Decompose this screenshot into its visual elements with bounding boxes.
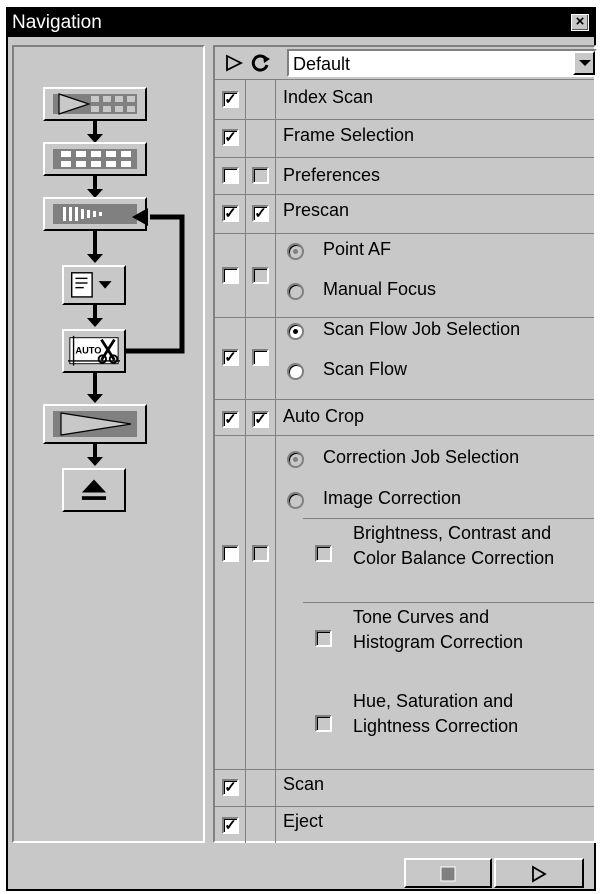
auto-crop-run-checkbox[interactable]: ✓ — [222, 411, 239, 428]
navigation-window: Navigation × AUTO Default ✓ Index Scan ✓… — [6, 7, 597, 891]
image-correction-label: Image Correction — [323, 488, 462, 508]
job-selection-icon — [71, 272, 112, 298]
start-button[interactable] — [494, 858, 584, 888]
chevron-down-icon[interactable] — [573, 51, 595, 75]
row-divider — [215, 317, 594, 318]
row-divider — [303, 518, 594, 519]
options-header: Default — [215, 47, 597, 80]
profile-select[interactable]: Default — [287, 49, 597, 77]
scan-flow-label: Scan Flow — [323, 359, 408, 379]
prescan-label: Prescan — [283, 200, 350, 220]
auto-crop-pause-checkbox[interactable]: ✓ — [252, 411, 269, 428]
brightness-contrast-checkbox — [315, 545, 332, 562]
eject-icon — [81, 479, 107, 500]
run-column-icon — [226, 54, 244, 72]
correction-job-selection-radio — [287, 451, 304, 468]
auto-crop-icon: AUTO — [68, 335, 120, 366]
stop-button[interactable] — [404, 858, 492, 888]
tone-curves-checkbox — [315, 630, 332, 647]
tone-curves-label: Tone Curves and Histogram Correction — [353, 607, 524, 652]
index-scan-button[interactable] — [43, 87, 147, 121]
row-divider — [215, 399, 594, 400]
flow-arrow — [87, 121, 103, 143]
scan-flow-pause-checkbox[interactable] — [252, 349, 269, 366]
auto-crop-button[interactable]: AUTO — [62, 329, 126, 373]
job-selection-button[interactable] — [62, 265, 126, 305]
scan-button[interactable] — [43, 404, 147, 444]
frame-selection-button[interactable] — [43, 142, 147, 176]
eject-label: Eject — [283, 811, 324, 831]
row-divider — [215, 157, 594, 158]
row-divider — [215, 119, 594, 120]
flow-arrow — [87, 373, 103, 403]
scan-label: Scan — [283, 774, 325, 794]
hue-saturation-label: Hue, Saturation and Lightness Correction — [353, 691, 519, 736]
svg-text:AUTO: AUTO — [75, 345, 101, 355]
focus-pause-checkbox — [252, 267, 269, 284]
eject-button[interactable] — [62, 468, 126, 512]
flow-arrow — [87, 305, 103, 327]
manual-focus-label: Manual Focus — [323, 279, 437, 299]
play-icon — [532, 865, 547, 883]
scan-icon — [53, 411, 137, 437]
index-scan-label: Index Scan — [283, 87, 374, 107]
flow-arrow — [87, 231, 103, 263]
point-af-label: Point AF — [323, 239, 392, 259]
row-divider — [215, 194, 594, 195]
frame-selection-label: Frame Selection — [283, 125, 415, 145]
scan-flow-run-checkbox[interactable]: ✓ — [222, 349, 239, 366]
correction-run-checkbox[interactable] — [222, 545, 239, 562]
close-button[interactable]: × — [571, 14, 589, 31]
prescan-pause-checkbox[interactable]: ✓ — [252, 205, 269, 222]
stop-icon — [440, 866, 456, 882]
scan-flow-job-selection-radio[interactable] — [287, 323, 304, 340]
scan-flow-job-selection-label: Scan Flow Job Selection — [323, 319, 521, 339]
frame-selection-icon — [53, 149, 137, 169]
preferences-run-checkbox[interactable] — [222, 167, 239, 184]
prescan-run-checkbox[interactable]: ✓ — [222, 205, 239, 222]
row-divider — [215, 769, 594, 770]
profile-select-value: Default — [293, 54, 351, 74]
preferences-pause-checkbox — [252, 167, 269, 184]
flow-arrow — [87, 176, 103, 198]
hue-saturation-checkbox — [315, 715, 332, 732]
pause-column-icon — [251, 54, 270, 72]
correction-pause-checkbox — [252, 545, 269, 562]
row-divider — [215, 435, 594, 436]
manual-focus-radio — [287, 283, 304, 300]
eject-checkbox[interactable]: ✓ — [222, 817, 239, 834]
auto-crop-label: Auto Crop — [283, 406, 365, 426]
flow-panel: AUTO — [12, 45, 205, 843]
preferences-label: Preferences — [283, 165, 381, 185]
frame-selection-checkbox[interactable]: ✓ — [222, 129, 239, 146]
index-scan-checkbox[interactable]: ✓ — [222, 91, 239, 108]
image-correction-radio — [287, 492, 304, 509]
loop-back-arrow — [126, 208, 185, 354]
index-scan-icon — [53, 93, 137, 115]
point-af-radio — [287, 243, 304, 260]
row-divider — [215, 233, 594, 234]
focus-run-checkbox[interactable] — [222, 267, 239, 284]
options-panel: Default ✓ Index Scan ✓ Frame Selection P… — [213, 45, 597, 843]
flow-arrow — [87, 444, 103, 466]
row-divider — [303, 602, 594, 603]
scan-flow-radio[interactable] — [287, 363, 304, 380]
correction-job-selection-label: Correction Job Selection — [323, 447, 520, 467]
title-bar: Navigation × — [8, 9, 594, 37]
brightness-contrast-label: Brightness, Contrast and Color Balance C… — [353, 523, 555, 568]
window-title: Navigation — [12, 12, 102, 33]
scan-checkbox[interactable]: ✓ — [222, 779, 239, 796]
row-divider — [215, 806, 594, 807]
